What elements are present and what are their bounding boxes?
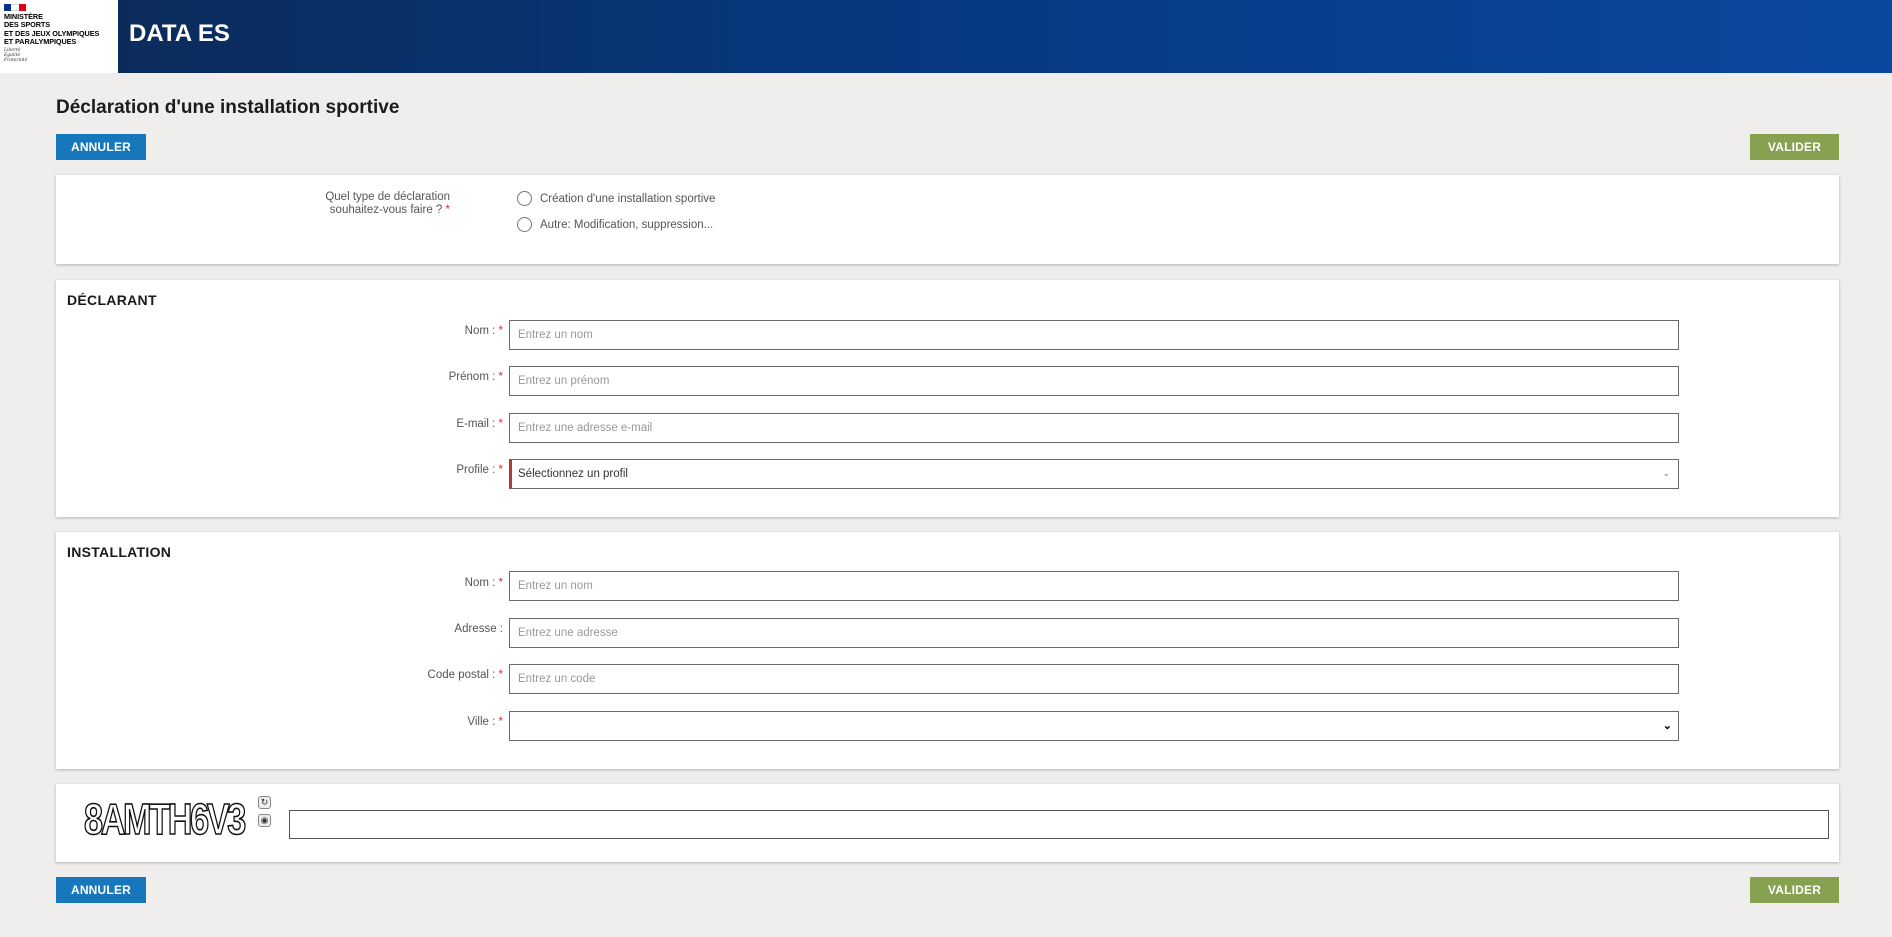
installation-nom-label: Nom : * xyxy=(465,577,503,589)
installation-nom-input[interactable]: Entrez un nom xyxy=(509,571,1679,601)
label-text: Nom : xyxy=(464,577,496,589)
label-text: Nom : xyxy=(464,325,496,337)
captcha-input[interactable] xyxy=(289,810,1829,839)
declarant-email-label: E-mail : * xyxy=(456,418,503,430)
installation-section-title: INSTALLATION xyxy=(67,544,172,560)
declarant-email-input[interactable]: Entrez une adresse e-mail xyxy=(509,413,1679,443)
installation-ville-select[interactable]: ⌄ xyxy=(509,711,1679,741)
required-mark: * xyxy=(498,716,503,728)
declarant-profile-select[interactable]: Sélectionnez un profil ⌄ xyxy=(509,459,1679,489)
installation-ville-label: Ville : * xyxy=(467,716,503,728)
ministry-logo[interactable]: MINISTÈRE DES SPORTS ET DES JEUX OLYMPIQ… xyxy=(0,0,118,73)
captcha-panel: 8AMTH6V3 ↻ ◉ xyxy=(56,784,1839,862)
declarant-section-title: DÉCLARANT xyxy=(67,292,157,308)
label-text: E-mail : xyxy=(456,418,496,430)
required-mark: * xyxy=(498,464,503,476)
logo-line-4: ET PARALYMPIQUES xyxy=(4,37,77,47)
installation-adresse-label: Adresse : xyxy=(454,623,503,635)
profile-select-value[interactable]: Sélectionnez un profil xyxy=(518,468,628,480)
required-mark: * xyxy=(498,418,503,430)
radio-creation[interactable]: Création d'une installation sportive xyxy=(517,191,715,206)
declaration-type-question: Quel type de déclaration souhaitez-vous … xyxy=(230,191,450,217)
declarant-nom-input[interactable]: Entrez un nom xyxy=(509,320,1679,350)
installation-adresse-input[interactable]: Entrez une adresse xyxy=(509,618,1679,648)
installation-panel: INSTALLATION Nom : * Entrez un nom Adres… xyxy=(56,532,1839,769)
validate-button-bottom[interactable]: VALIDER xyxy=(1750,877,1839,903)
question-line-2: souhaitez-vous faire ? * xyxy=(230,204,450,217)
radio-button[interactable] xyxy=(517,217,532,232)
top-header: MINISTÈRE DES SPORTS ET DES JEUX OLYMPIQ… xyxy=(0,0,1892,73)
captcha-image: 8AMTH6V3 xyxy=(83,794,246,842)
audio-icon[interactable]: ◉ xyxy=(258,814,271,827)
declarant-prenom-label: Prénom : * xyxy=(449,371,503,383)
radio-other-label[interactable]: Autre: Modification, suppression... xyxy=(540,219,713,231)
refresh-icon[interactable]: ↻ xyxy=(258,796,271,809)
radio-button[interactable] xyxy=(517,191,532,206)
declarant-profile-label: Profile : * xyxy=(456,464,503,476)
page-title: Déclaration d'une installation sportive xyxy=(56,97,400,118)
declarant-nom-label: Nom : * xyxy=(465,325,503,337)
question-line-1: Quel type de déclaration xyxy=(325,191,450,203)
question-line-2-text: souhaitez-vous faire ? xyxy=(329,204,443,216)
label-text: Code postal : xyxy=(427,669,496,681)
logo-motto: Liberté Égalité Fraternité xyxy=(4,48,114,63)
required-mark: * xyxy=(498,371,503,383)
motto-fraternite: Fraternité xyxy=(4,57,28,63)
required-mark: * xyxy=(498,577,503,589)
declarant-prenom-input[interactable]: Entrez un prénom xyxy=(509,366,1679,396)
radio-other[interactable]: Autre: Modification, suppression... xyxy=(517,217,713,232)
label-text: Adresse : xyxy=(454,623,503,635)
label-text: Ville : xyxy=(467,716,496,728)
installation-code-postal-input[interactable]: Entrez un code xyxy=(509,664,1679,694)
cancel-button-top[interactable]: ANNULER xyxy=(56,134,146,160)
chevron-down-icon[interactable]: ⌄ xyxy=(1662,468,1670,479)
validate-button-top[interactable]: VALIDER xyxy=(1750,134,1839,160)
required-mark: * xyxy=(498,669,503,681)
required-mark: * xyxy=(445,204,450,216)
cancel-button-bottom[interactable]: ANNULER xyxy=(56,877,146,903)
chevron-down-icon[interactable]: ⌄ xyxy=(1663,719,1672,732)
radio-creation-label[interactable]: Création d'une installation sportive xyxy=(540,193,715,205)
installation-code-postal-label: Code postal : * xyxy=(428,669,503,681)
declarant-panel: DÉCLARANT Nom : * Entrez un nom Prénom :… xyxy=(56,280,1839,517)
label-text: Profile : xyxy=(456,464,496,476)
svg-text:8AMTH6V3: 8AMTH6V3 xyxy=(84,795,245,842)
required-mark: * xyxy=(498,325,503,337)
declaration-type-panel: Quel type de déclaration souhaitez-vous … xyxy=(56,175,1839,264)
french-flag-icon xyxy=(4,4,26,11)
app-title[interactable]: DATA ES xyxy=(129,20,230,48)
label-text: Prénom : xyxy=(448,371,496,383)
